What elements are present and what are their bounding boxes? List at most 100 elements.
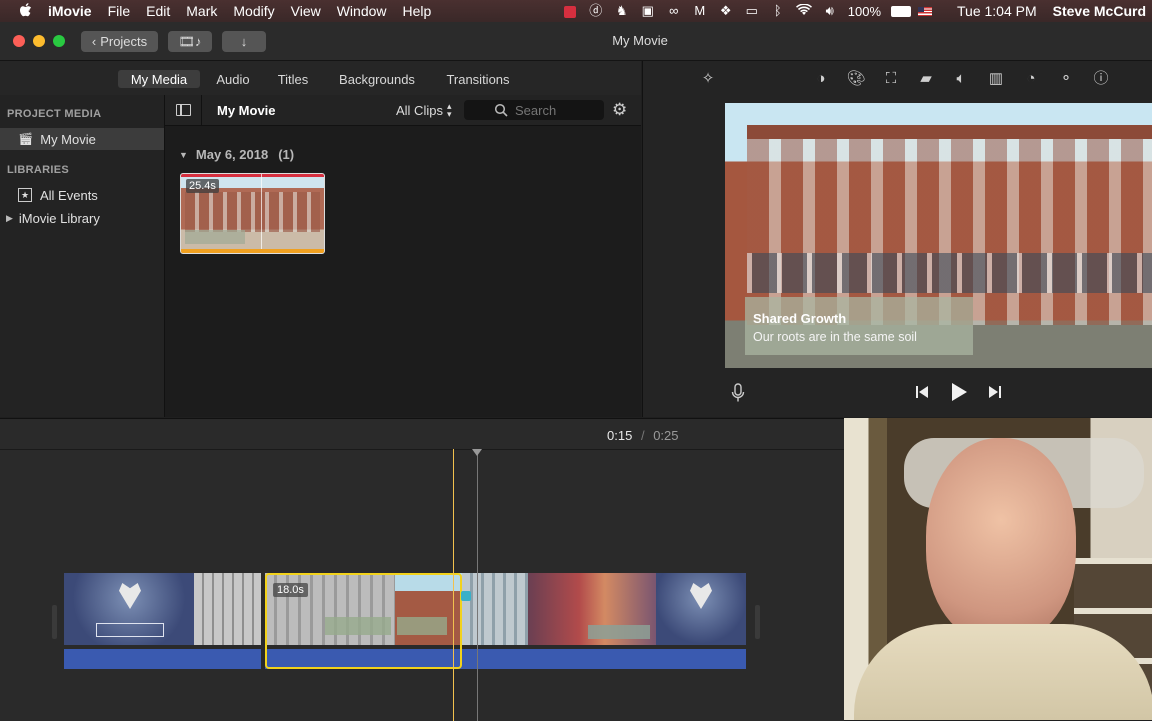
total-time: 0:25 xyxy=(653,428,679,443)
magic-wand-icon[interactable]: ✧ xyxy=(697,69,719,89)
color-balance-icon[interactable]: ◑ xyxy=(810,69,832,89)
libraries-sidebar: PROJECT MEDIA 🎬︎ My Movie LIBRARIES ★ Al… xyxy=(0,95,165,417)
person-shirt xyxy=(854,624,1152,720)
timeline[interactable]: 0:15 / 0:25 18.0s xyxy=(0,418,844,721)
apple-menu-icon[interactable] xyxy=(0,2,40,21)
search-field[interactable] xyxy=(464,100,604,120)
menu-file[interactable]: File xyxy=(100,3,139,19)
skip-back-icon[interactable] xyxy=(915,385,929,404)
skimmer-head-icon xyxy=(472,449,482,456)
microphone-icon[interactable] xyxy=(731,383,745,408)
play-button[interactable] xyxy=(949,382,969,407)
current-time: 0:15 xyxy=(607,428,633,443)
timecode-display: 0:15 / 0:25 xyxy=(607,428,679,443)
menu-view[interactable]: View xyxy=(283,3,329,19)
volume-icon[interactable]: 🔊︎ xyxy=(822,4,838,18)
d-circle-icon[interactable]: ⓓ xyxy=(588,4,604,18)
filters-icon[interactable]: ⚬ xyxy=(1055,69,1077,89)
clips-filter-select[interactable]: All Clips ▴ ▾ xyxy=(396,101,452,119)
updown-chevron-icon: ▴ ▾ xyxy=(446,101,452,119)
transition-icon[interactable] xyxy=(461,591,471,601)
stabilization-camera-icon[interactable]: ▰ xyxy=(915,69,937,89)
color-palette-icon[interactable]: 🎨︎ xyxy=(845,69,867,89)
tab-my-media[interactable]: My Media xyxy=(118,70,200,88)
projects-button[interactable]: ‹ Projects xyxy=(81,31,158,52)
evernote-icon[interactable]: ♞ xyxy=(614,4,630,18)
us-flag-icon[interactable] xyxy=(917,4,933,18)
dropbox-icon[interactable]: ❖ xyxy=(718,4,734,18)
import-button[interactable]: ↓ xyxy=(222,31,266,52)
media-tabs: My Media Audio Titles Backgrounds Transi… xyxy=(0,61,641,95)
user-name[interactable]: Steve McCurd xyxy=(1053,3,1146,19)
download-arrow-icon: ↓ xyxy=(240,34,248,49)
close-window-button[interactable] xyxy=(13,35,25,47)
menu-bar: iMovie File Edit Mark Modify View Window… xyxy=(0,0,1152,22)
playhead[interactable] xyxy=(453,449,454,721)
battery-percent: 100% xyxy=(847,3,881,19)
clock[interactable]: Tue 1:04 PM xyxy=(957,3,1037,19)
title-overlay: Shared Growth Our roots are in the same … xyxy=(745,297,973,355)
timeline-right-handle[interactable] xyxy=(755,605,760,639)
selected-clip-duration-badge: 18.0s xyxy=(273,583,308,597)
crop-icon[interactable]: ⛶ xyxy=(880,69,902,89)
red-stop-icon[interactable] xyxy=(562,4,578,18)
minimize-window-button[interactable] xyxy=(33,35,45,47)
overlay-subtitle: Our roots are in the same soil xyxy=(753,330,917,344)
wolf-logo xyxy=(690,583,712,609)
sidebar-item-imovie-library[interactable]: ▶ iMovie Library xyxy=(6,208,100,228)
menu-help[interactable]: Help xyxy=(395,3,440,19)
window-title: My Movie xyxy=(612,33,668,48)
browser-title: My Movie xyxy=(217,103,276,118)
menu-window[interactable]: Window xyxy=(329,3,395,19)
skip-forward-icon[interactable] xyxy=(988,385,1002,404)
project-media-header: PROJECT MEDIA xyxy=(7,108,102,120)
sidebar-item-label: All Events xyxy=(40,187,98,203)
settings-gear-icon[interactable]: ⚙ xyxy=(612,101,627,119)
tab-backgrounds[interactable]: Backgrounds xyxy=(334,70,420,88)
star-box-icon: ★ xyxy=(18,188,32,202)
display-icon[interactable]: ▭ xyxy=(744,4,760,18)
event-count: (1) xyxy=(278,147,295,162)
menu-mark[interactable]: Mark xyxy=(178,3,225,19)
media-clip-thumbnail[interactable]: 25.4s xyxy=(180,173,325,254)
malwarebytes-icon[interactable]: M xyxy=(692,4,708,18)
disclosure-triangle-icon[interactable]: ▶ xyxy=(6,213,13,224)
info-icon[interactable]: ⓘ xyxy=(1090,69,1112,89)
sidebar-toggle-icon[interactable] xyxy=(176,104,191,116)
wifi-icon[interactable] xyxy=(795,3,812,18)
creative-cloud-icon[interactable]: ∞ xyxy=(666,4,682,18)
tab-transitions[interactable]: Transitions xyxy=(440,70,516,88)
search-input[interactable] xyxy=(513,101,597,119)
timeline-left-handle[interactable] xyxy=(52,605,57,639)
skimmer-line[interactable] xyxy=(477,449,478,721)
menu-app-imovie[interactable]: iMovie xyxy=(40,3,100,19)
equalizer-icon[interactable]: ▥ xyxy=(985,69,1007,89)
window-toolbar: ‹ Projects 🎞︎♪ ↓ My Movie xyxy=(0,22,1152,61)
video-preview[interactable]: Shared Growth Our roots are in the same … xyxy=(725,103,1152,368)
menu-modify[interactable]: Modify xyxy=(225,3,282,19)
event-header[interactable]: ▼ May 6, 2018 (1) xyxy=(179,147,294,162)
flag-square-icon[interactable]: ▣ xyxy=(640,4,656,18)
volume-adjust-icon[interactable]: 🔈︎ xyxy=(950,69,972,89)
timeline-clip-operation-silver-wolf[interactable] xyxy=(64,573,261,669)
menu-edit[interactable]: Edit xyxy=(138,3,178,19)
disclosure-down-icon: ▼ xyxy=(179,149,188,160)
zoom-window-button[interactable] xyxy=(53,35,65,47)
projects-label: Projects xyxy=(100,34,148,49)
tab-titles[interactable]: Titles xyxy=(270,70,316,88)
chevron-left-icon: ‹ xyxy=(91,34,97,49)
clips-filter-value: All Clips xyxy=(396,102,443,118)
timeline-clip-selected[interactable]: 18.0s xyxy=(265,573,462,669)
browser-header: My Movie All Clips ▴▾ ⚙ xyxy=(165,95,641,126)
media-library-toggle-button[interactable]: 🎞︎♪ xyxy=(168,31,212,52)
timeline-clip-beyond[interactable] xyxy=(462,573,746,669)
film-music-icon: 🎞︎♪ xyxy=(178,33,202,49)
sidebar-item-all-events[interactable]: ★ All Events xyxy=(18,185,98,205)
media-browser: My Movie All Clips ▴▾ ⚙ ▼ May 6, 2018 (1… xyxy=(165,95,641,417)
battery-icon[interactable] xyxy=(891,4,911,18)
sidebar-item-my-movie[interactable]: 🎬︎ My Movie xyxy=(0,128,164,150)
speed-gauge-icon[interactable]: ◔ xyxy=(1020,69,1042,89)
tab-audio[interactable]: Audio xyxy=(210,70,256,88)
bluetooth-icon[interactable]: ᛒ xyxy=(770,4,786,18)
event-date: May 6, 2018 xyxy=(195,147,269,162)
